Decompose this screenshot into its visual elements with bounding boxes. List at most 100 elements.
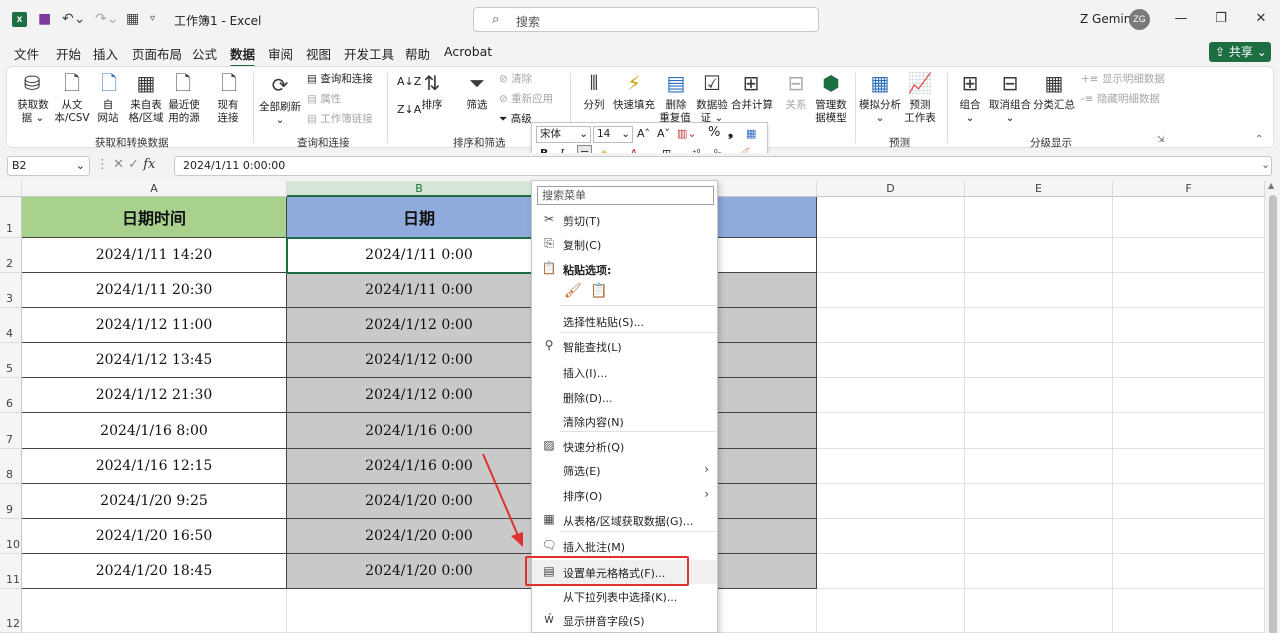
row-header[interactable]: 7: [0, 413, 22, 449]
select-all-corner[interactable]: [0, 181, 22, 197]
row-header[interactable]: 9: [0, 484, 22, 519]
percent-icon[interactable]: %: [708, 125, 720, 141]
menu-item-paste-special[interactable]: 选择性粘贴(S)...: [532, 309, 717, 333]
row-header[interactable]: 5: [0, 343, 22, 378]
user-name[interactable]: Z Gemini: [1080, 12, 1135, 26]
scroll-up-icon[interactable]: ▲: [1268, 181, 1274, 190]
advanced-filter-button[interactable]: ⏷ 高级: [499, 112, 532, 126]
datetime-cell[interactable]: 2024/1/20 16:50: [22, 519, 287, 554]
cancel-icon[interactable]: ✕: [113, 157, 128, 172]
menu-item-paste-options[interactable]: 📋 粘贴选项:: [532, 257, 717, 281]
grid-cell[interactable]: [965, 238, 1113, 273]
grid-cell[interactable]: [817, 273, 965, 308]
scrollbar-thumb[interactable]: [1269, 195, 1277, 633]
tab-help[interactable]: 帮助: [405, 44, 430, 63]
menu-item-insert[interactable]: 插入(I)...: [532, 360, 717, 384]
grid-cell[interactable]: [817, 413, 965, 449]
grid-cell[interactable]: [1113, 197, 1265, 238]
paste-icon[interactable]: 📋: [590, 283, 607, 299]
grid-cell[interactable]: [965, 449, 1113, 484]
menu-item-copy[interactable]: ⎘ 复制(C): [532, 232, 717, 256]
header-cell-datetime[interactable]: 日期时间: [22, 197, 287, 238]
menu-item-smart-lookup[interactable]: ⚲ 智能查找(L): [532, 334, 717, 358]
grid-cell[interactable]: [287, 589, 552, 633]
undo-icon[interactable]: ↶⌄: [62, 10, 85, 28]
tab-formulas[interactable]: 公式: [192, 44, 217, 63]
tab-data[interactable]: 数据: [230, 44, 256, 68]
minimize-icon[interactable]: —: [1166, 8, 1196, 30]
date-cell[interactable]: 2024/1/16 0:00: [287, 413, 552, 449]
grid-cell[interactable]: [817, 519, 965, 554]
date-cell[interactable]: 2024/1/12 0:00: [287, 308, 552, 343]
comma-style-icon[interactable]: ❟: [728, 125, 733, 141]
row-header[interactable]: 8: [0, 449, 22, 484]
grid-cell[interactable]: [965, 197, 1113, 238]
row-header[interactable]: 2: [0, 238, 22, 273]
menu-item-delete[interactable]: 删除(D)...: [532, 385, 717, 409]
row-header[interactable]: 3: [0, 273, 22, 308]
datetime-cell[interactable]: 2024/1/11 14:20: [22, 238, 287, 273]
collapse-ribbon-icon[interactable]: ⌃: [1255, 133, 1263, 147]
grid-cell[interactable]: [1113, 449, 1265, 484]
decrease-font-icon[interactable]: A˅: [657, 126, 670, 142]
datetime-cell[interactable]: 2024/1/11 20:30: [22, 273, 287, 308]
tab-home[interactable]: 开始: [56, 44, 81, 63]
grid-cell[interactable]: [965, 484, 1113, 519]
tab-acrobat[interactable]: Acrobat: [444, 44, 492, 59]
show-detail-button[interactable]: +≡ 显示明细数据: [1081, 72, 1165, 86]
menu-item-pick-from-list[interactable]: 从下拉列表中选择(K)...: [532, 584, 717, 608]
name-box[interactable]: B2 ⌄: [7, 156, 90, 176]
restore-icon[interactable]: ❐: [1206, 8, 1236, 30]
grid-cell[interactable]: [1113, 238, 1265, 273]
formula-input[interactable]: 2024/1/11 0:00:00: [174, 156, 1272, 176]
customize-toolbar-icon[interactable]: ▿: [150, 10, 155, 28]
reapply-button[interactable]: ⊘ 重新应用: [499, 92, 553, 106]
grid-cell[interactable]: [1113, 519, 1265, 554]
row-header[interactable]: 6: [0, 378, 22, 413]
grid-cell[interactable]: [965, 273, 1113, 308]
grid-cell[interactable]: [965, 413, 1113, 449]
grid-cell[interactable]: [965, 378, 1113, 413]
grid-cell[interactable]: [1113, 378, 1265, 413]
column-header-f[interactable]: F: [1113, 181, 1265, 197]
menu-search-input[interactable]: 搜索菜单: [537, 186, 714, 205]
tab-view[interactable]: 视图: [306, 44, 331, 63]
format-table-icon[interactable]: ▦: [746, 126, 756, 142]
grid-cell[interactable]: [1113, 554, 1265, 589]
date-cell[interactable]: 2024/1/11 0:00: [287, 273, 552, 308]
menu-item-filter[interactable]: 筛选(E) ›: [532, 458, 717, 482]
column-header-b[interactable]: B: [287, 181, 552, 197]
tab-insert[interactable]: 插入: [93, 44, 118, 63]
row-header[interactable]: 11: [0, 554, 22, 589]
queries-connections-button[interactable]: ▤ 查询和连接: [307, 72, 373, 86]
tab-review[interactable]: 审阅: [268, 44, 293, 63]
clear-filter-button[interactable]: ⊘ 清除: [499, 72, 532, 86]
menu-item-insert-comment[interactable]: 🗨 插入批注(M): [532, 534, 717, 558]
grid-cell[interactable]: [965, 343, 1113, 378]
cell-style-icon[interactable]: ▥⌄: [677, 126, 697, 142]
properties-button[interactable]: ▤ 属性: [307, 92, 341, 106]
tab-page-layout[interactable]: 页面布局: [132, 44, 182, 63]
grid-cell[interactable]: [817, 378, 965, 413]
date-cell[interactable]: 2024/1/12 0:00: [287, 343, 552, 378]
menu-item-get-data-from-table[interactable]: ▦ 从表格/区域获取数据(G)...: [532, 508, 717, 532]
datetime-cell[interactable]: 2024/1/20 18:45: [22, 554, 287, 589]
form-icon[interactable]: ▦: [126, 10, 139, 28]
grid-cell[interactable]: [817, 343, 965, 378]
grid-cell[interactable]: [22, 589, 287, 633]
grid-cell[interactable]: [817, 308, 965, 343]
date-cell[interactable]: 2024/1/12 0:00: [287, 378, 552, 413]
grid-cell[interactable]: [965, 554, 1113, 589]
grid-cell[interactable]: [1113, 273, 1265, 308]
tab-file[interactable]: 文件: [14, 44, 39, 63]
tab-developer[interactable]: 开发工具: [344, 44, 394, 63]
menu-item-show-phonetic[interactable]: ẃ 显示拼音字段(S): [532, 608, 717, 632]
font-size-select[interactable]: 14 ⌄: [593, 126, 633, 143]
paste-formatting-icon[interactable]: 🖌: [564, 283, 582, 299]
grid-cell[interactable]: [965, 308, 1113, 343]
grid-cell[interactable]: [817, 589, 965, 633]
grid-cell[interactable]: [817, 554, 965, 589]
row-header[interactable]: 10: [0, 519, 22, 554]
grid-cell[interactable]: [817, 449, 965, 484]
menu-item-sort[interactable]: 排序(O) ›: [532, 483, 717, 507]
